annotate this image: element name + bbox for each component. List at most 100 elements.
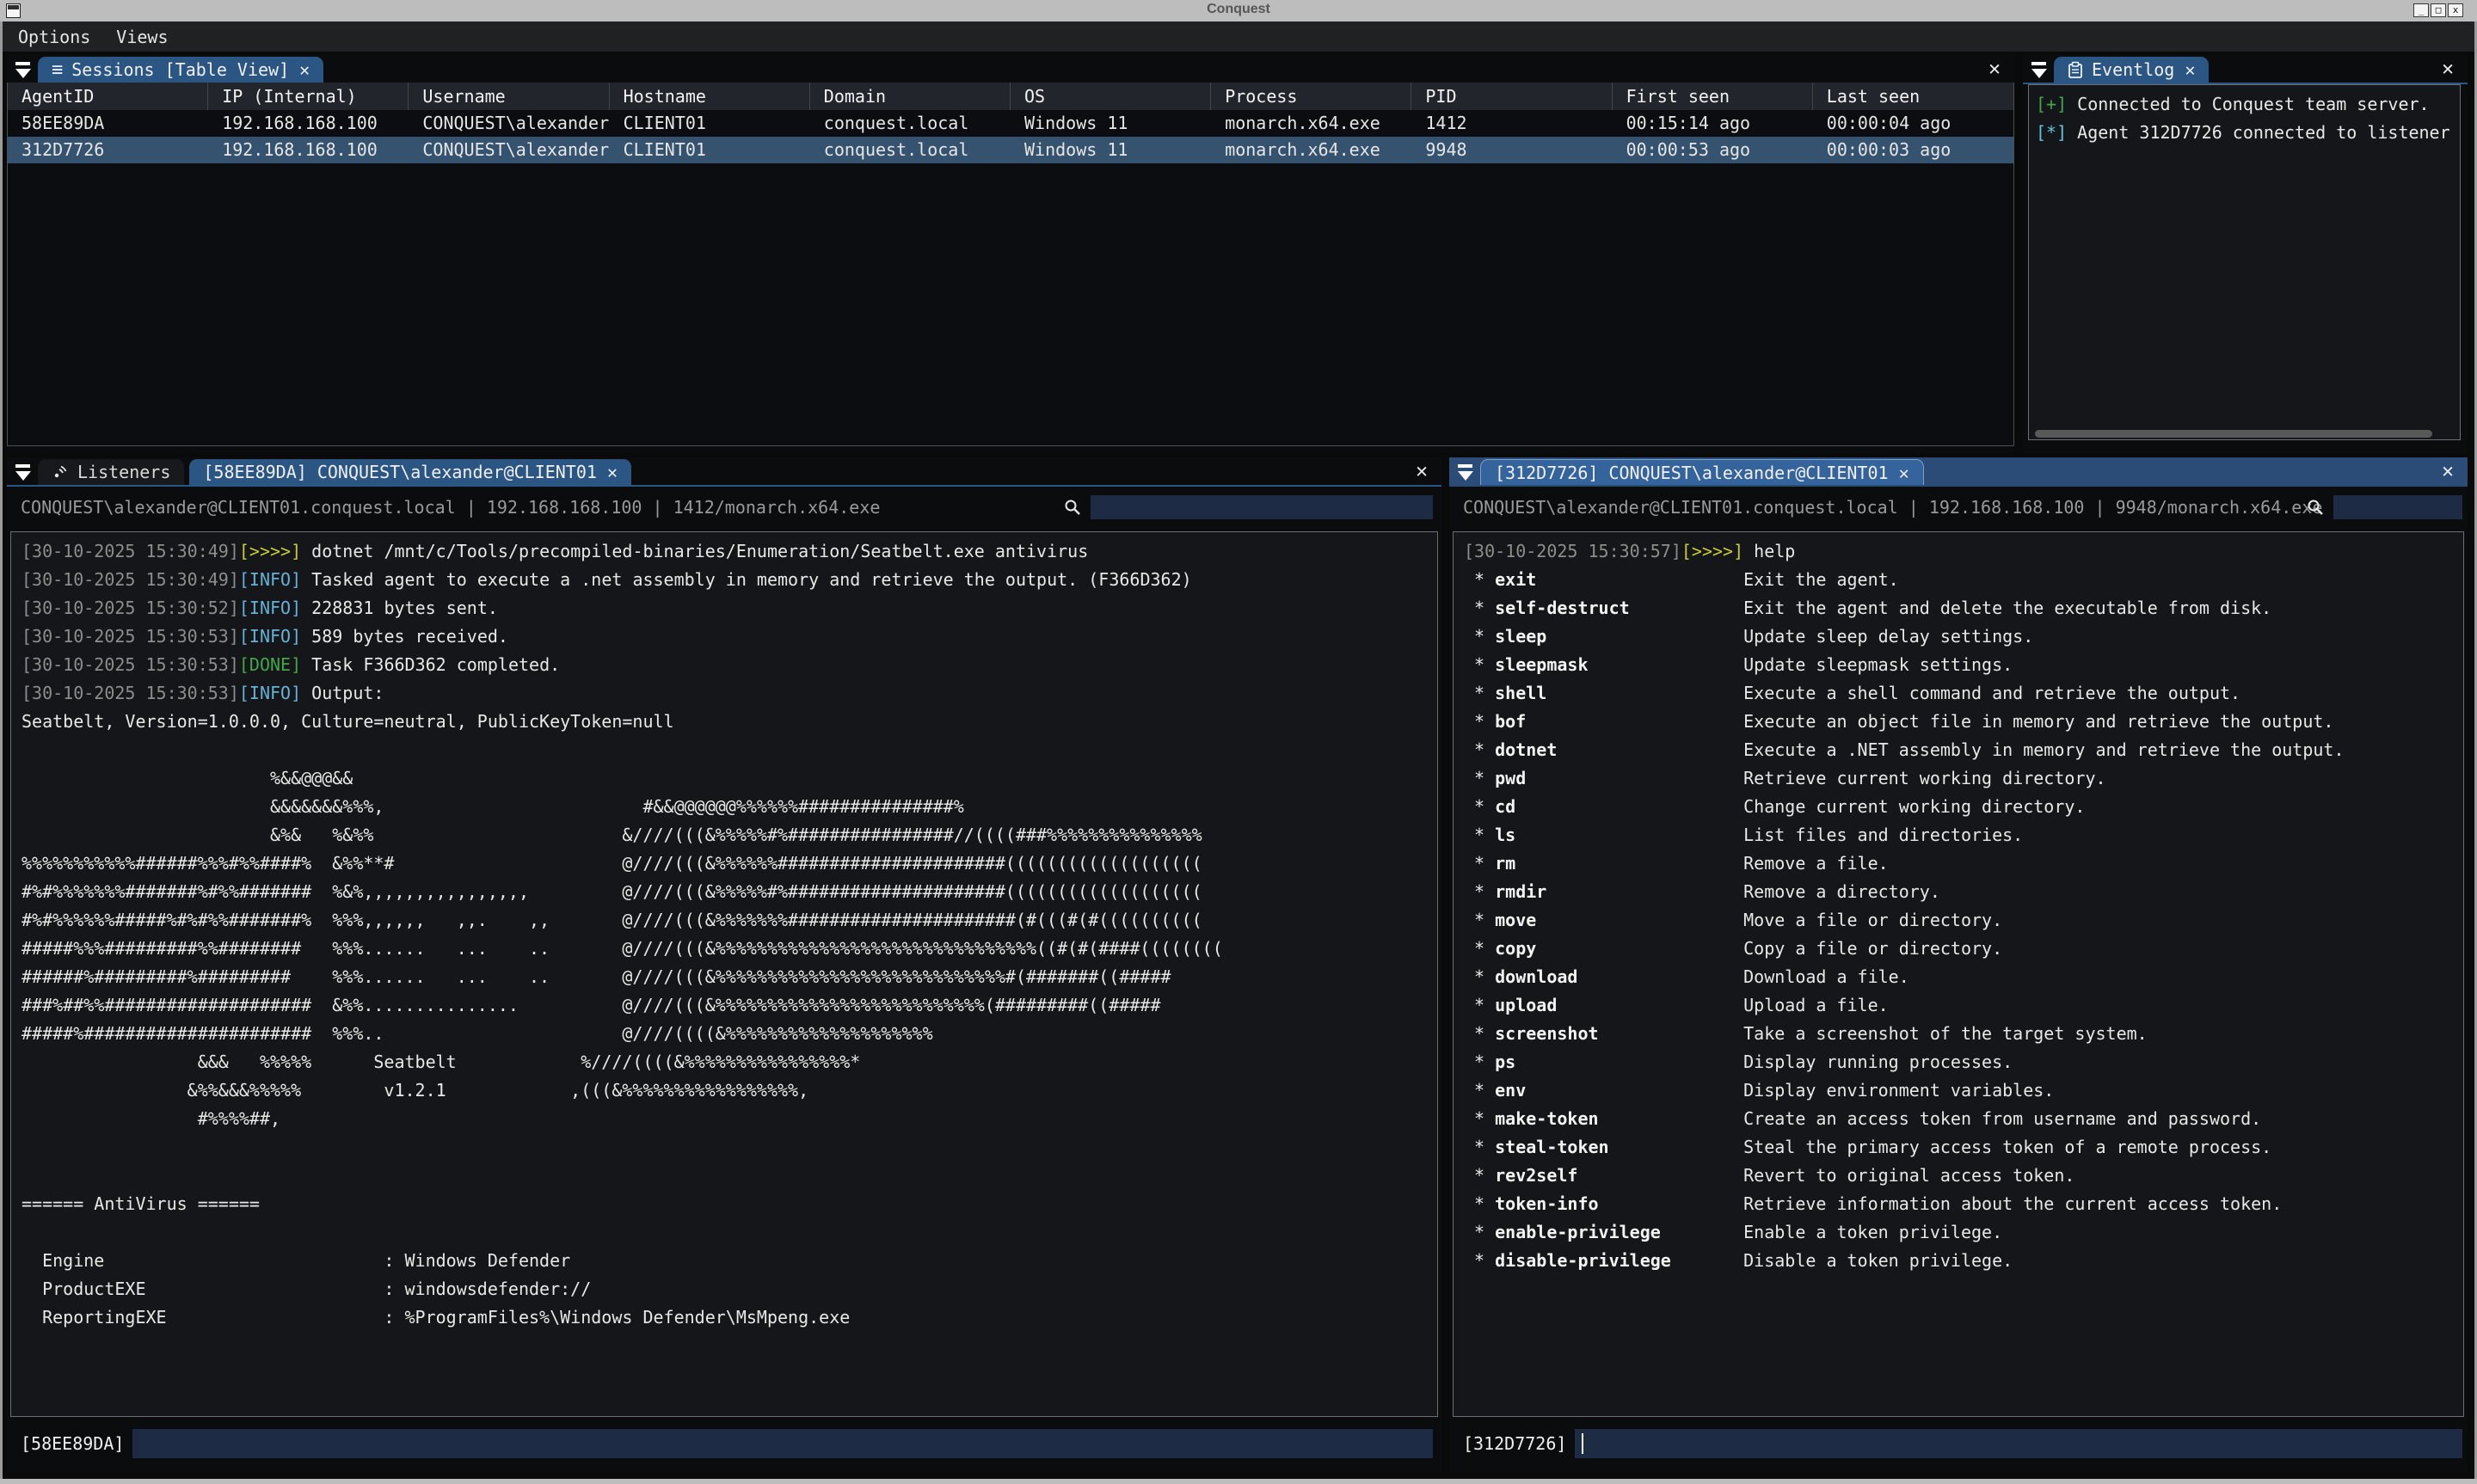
terminal-line: &%& %&%% &////(((&%%%%%#%###############… [22, 821, 1437, 849]
maximize-button[interactable]: □ [2431, 3, 2446, 17]
column-header[interactable]: OS [1011, 83, 1211, 110]
terminal-line: #####%###################### %%%.. @////… [22, 1020, 1437, 1048]
close-panel-button[interactable]: ✕ [1975, 56, 2014, 82]
close-window-button[interactable]: x [2448, 3, 2463, 17]
column-header[interactable]: PID [1411, 83, 1612, 110]
column-header[interactable]: AgentID [8, 83, 208, 110]
close-panel-button[interactable]: ✕ [2428, 458, 2468, 484]
minimize-button[interactable]: _ [2413, 3, 2429, 17]
terminal-text-segment: screenshot [1495, 1023, 1743, 1044]
terminal-text-segment: pwd [1495, 768, 1743, 788]
close-tab-icon[interactable]: ✕ [1899, 463, 1909, 483]
table-cell: 1412 [1411, 110, 1612, 137]
search-input[interactable] [2333, 495, 2462, 519]
tab-sessions[interactable]: ≡ Sessions [Table View] ✕ [38, 57, 323, 83]
terminal-text-segment: Retrieve current working directory. [1743, 768, 2105, 788]
column-header[interactable]: Domain [810, 83, 1011, 110]
agent-terminal-panel-left: Listeners [58EE89DA] CONQUEST\alexander@… [7, 457, 1441, 1472]
column-header[interactable]: Username [409, 83, 609, 110]
table-cell: CONQUEST\alexander [409, 110, 609, 137]
app-icon [6, 3, 21, 18]
terminal-text-segment: #%%%%##, [22, 1108, 280, 1129]
tab-eventlog[interactable]: Eventlog ✕ [2054, 57, 2209, 83]
terminal-text-segment: [>>>>] [1681, 541, 1743, 561]
terminal-text-segment: Steal the primary access token of a remo… [1743, 1137, 2271, 1157]
terminal-text-segment: Display running processes. [1743, 1052, 2013, 1072]
terminal-text-segment: [>>>>] [239, 541, 301, 561]
terminal-output-right: [30-10-2025 15:30:57][>>>>] help * exit … [1453, 531, 2464, 1417]
tab-agent-58EE89DA[interactable]: [58EE89DA] CONQUEST\alexander@CLIENT01 ✕ [189, 459, 631, 485]
terminal-text-segment: * [1464, 768, 1495, 788]
column-header[interactable]: IP (Internal) [208, 83, 409, 110]
close-tab-icon[interactable]: ✕ [607, 462, 618, 482]
terminal-text-segment: copy [1495, 938, 1743, 959]
terminal-line: Seatbelt, Version=1.0.0.0, Culture=neutr… [22, 708, 1437, 736]
terminal-text-segment: [30-10-2025 15:30:57] [1464, 541, 1681, 561]
terminal-line [22, 1162, 1437, 1190]
column-header[interactable]: First seen [1613, 83, 1813, 110]
terminal-line: * upload Upload a file. [1464, 991, 2463, 1020]
tab-dropdown-button[interactable] [1449, 459, 1480, 485]
window-title: Conquest [1207, 2, 1270, 17]
menu-options[interactable]: Options [18, 27, 90, 47]
terminal-text-segment: ReportingEXE : %ProgramFiles%\Windows De… [22, 1307, 850, 1328]
terminal-text-segment: * [1464, 881, 1495, 902]
sessions-table-header: AgentIDIP (Internal)UsernameHostnameDoma… [8, 83, 2013, 110]
tab-dropdown-button[interactable] [7, 459, 38, 485]
eventlog-marker: [+] [2036, 94, 2067, 114]
table-cell: 58EE89DA [8, 110, 208, 137]
terminal-line [22, 1133, 1437, 1162]
terminal-line: * move Move a file or directory. [1464, 906, 2463, 935]
terminal-line: * make-token Create an access token from… [1464, 1105, 2463, 1133]
column-header[interactable]: Hostname [610, 83, 810, 110]
close-panel-button[interactable]: ✕ [2428, 56, 2468, 82]
agent-terminal-panel-right: [312D7726] CONQUEST\alexander@CLIENT01 ✕… [1449, 457, 2468, 1472]
terminal-text-segment: &&& %%%%% Seatbelt %////((((&%%%%%%%%%%%… [22, 1052, 860, 1072]
terminal-text-segment: #%#%%%%%%#####%#%#%%#######% %%%,,,,,, ,… [22, 910, 1202, 930]
terminal-text-segment: Execute a .NET assembly in memory and re… [1743, 739, 2344, 760]
table-row[interactable]: 312D7726192.168.168.100CONQUEST\alexande… [8, 137, 2013, 163]
terminal-line: * download Download a file. [1464, 963, 2463, 991]
terminal-text-segment: token-info [1495, 1193, 1743, 1214]
close-panel-button[interactable]: ✕ [1402, 458, 1441, 484]
terminal-line: [30-10-2025 15:30:53][INFO] 589 bytes re… [22, 622, 1437, 651]
terminal-text-segment: 589 bytes received. [301, 626, 508, 647]
close-tab-icon[interactable]: ✕ [299, 59, 310, 80]
terminal-text-segment: rm [1495, 853, 1743, 874]
tab-listeners[interactable]: Listeners [38, 459, 184, 485]
command-input[interactable] [1575, 1429, 2462, 1458]
terminal-text-segment: * [1464, 1250, 1495, 1271]
terminal-text-segment: %&&@@@&& [22, 768, 353, 788]
search-input[interactable] [1091, 495, 1433, 519]
table-row[interactable]: 58EE89DA192.168.168.100CONQUEST\alexande… [8, 110, 2013, 137]
terminal-text-segment: ====== AntiVirus ====== [22, 1193, 260, 1214]
terminal-text-segment: ProductEXE : windowsdefender:// [22, 1279, 591, 1299]
terminal-line: [30-10-2025 15:30:49][INFO] Tasked agent… [22, 566, 1437, 594]
column-header[interactable]: Process [1211, 83, 1411, 110]
sessions-table-body: 58EE89DA192.168.168.100CONQUEST\alexande… [8, 110, 2013, 163]
terminal-text-segment: * [1464, 598, 1495, 618]
menu-views[interactable]: Views [116, 27, 168, 47]
terminal-text-segment: Display environment variables. [1743, 1080, 2054, 1101]
terminal-text-segment: Remove a directory. [1743, 881, 1940, 902]
terminal-line [22, 1389, 1437, 1417]
eventlog-panel: Eventlog ✕ ✕ [+] Connected to Conquest t… [2023, 55, 2468, 453]
terminal-text-segment: List files and directories. [1743, 825, 2023, 845]
close-tab-icon[interactable]: ✕ [2185, 59, 2195, 80]
terminal-line [22, 1332, 1437, 1360]
table-cell: 312D7726 [8, 137, 208, 163]
terminal-text-segment: [30-10-2025 15:30:52] [22, 598, 239, 618]
text-cursor [1582, 1433, 1583, 1454]
table-cell: 192.168.168.100 [208, 110, 409, 137]
tab-dropdown-button[interactable] [7, 57, 38, 83]
terminal-line [22, 1360, 1437, 1389]
tab-agent-312D7726[interactable]: [312D7726] CONQUEST\alexander@CLIENT01 ✕ [1480, 459, 1924, 485]
terminal-text-segment: &&&&&&&%%%, #&&@@@@@@%%%%%%#############… [22, 796, 964, 817]
prompt-label: [312D7726] [1463, 1429, 1566, 1458]
terminal-text-segment: * [1464, 853, 1495, 874]
horizontal-scrollbar[interactable] [2035, 430, 2432, 438]
tab-dropdown-button[interactable] [2023, 57, 2054, 83]
column-header[interactable]: Last seen [1813, 83, 2013, 110]
terminal-line [22, 736, 1437, 764]
command-input[interactable] [132, 1429, 1433, 1458]
